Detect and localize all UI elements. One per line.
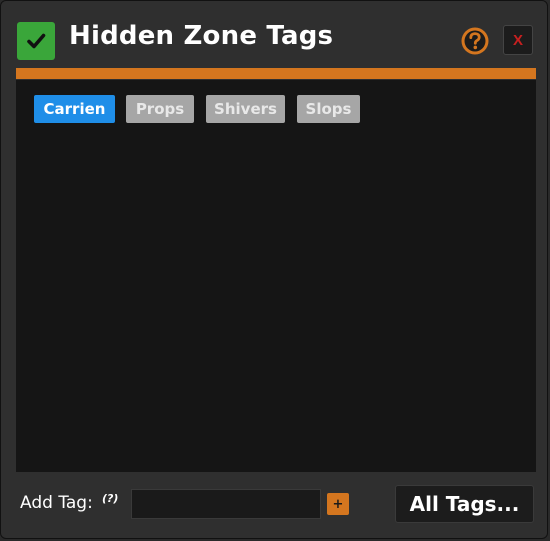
enabled-toggle[interactable] — [17, 22, 55, 60]
add-tag-button[interactable]: + — [327, 493, 349, 515]
help-button[interactable] — [459, 25, 491, 57]
add-tag-input[interactable] — [131, 489, 321, 519]
help-icon — [461, 27, 489, 55]
close-button[interactable]: X — [503, 25, 533, 55]
tag-props[interactable]: Props — [126, 95, 194, 123]
accent-divider — [16, 68, 536, 79]
add-tag-label: Add Tag: — [20, 493, 93, 513]
title-bar: Hidden Zone Tags X — [1, 1, 549, 67]
tag-shivers[interactable]: Shivers — [206, 95, 285, 123]
checkmark-icon — [27, 33, 46, 49]
tag-list: Carrien Props Shivers Slops — [16, 80, 536, 472]
all-tags-button[interactable]: All Tags... — [395, 485, 534, 523]
hidden-zone-tags-window: Hidden Zone Tags X Carrien Props Shivers… — [0, 0, 548, 539]
window-title: Hidden Zone Tags — [69, 21, 334, 51]
add-tag-help-hint[interactable]: (?) — [102, 492, 118, 505]
tag-slops[interactable]: Slops — [297, 95, 360, 123]
tag-carrien[interactable]: Carrien — [34, 95, 115, 123]
